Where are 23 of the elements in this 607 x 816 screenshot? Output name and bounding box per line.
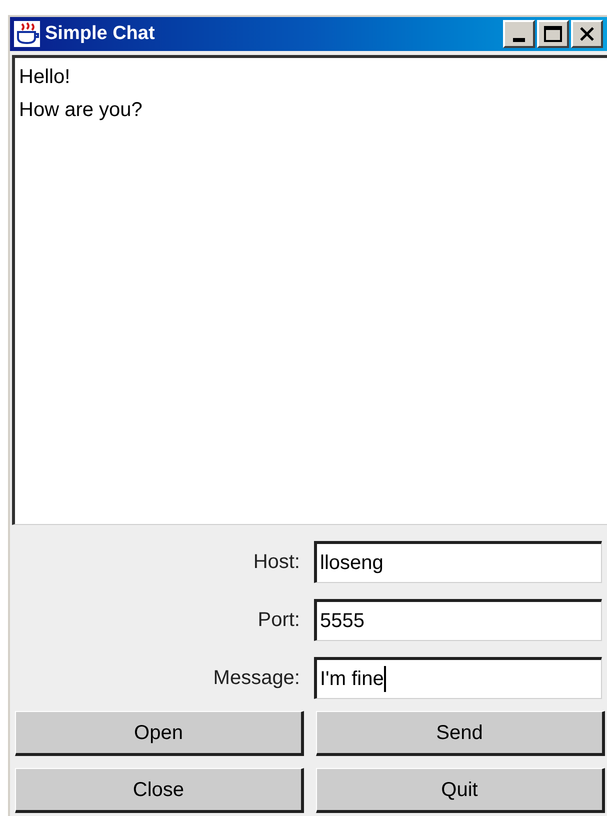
field-value: I'm fine [320,666,386,692]
text-field[interactable]: lloseng [314,541,602,583]
coffee-cup-icon [14,21,40,47]
action-button[interactable]: Close [15,768,304,813]
chat-message: Hello! [19,65,72,90]
field-label: Message: [212,666,300,691]
minimize-button[interactable] [503,20,535,48]
close-button[interactable] [571,20,603,48]
field-label: Port: [256,608,300,633]
chat-message: How are you? [19,98,144,123]
maximize-button[interactable] [537,20,569,48]
window-title: Simple Chat [45,22,155,46]
text-field[interactable]: I'm fine [314,657,602,699]
action-button[interactable]: Quit [316,768,605,813]
close-icon [579,27,595,41]
minimize-icon [513,38,525,42]
field-value: lloseng [320,551,384,576]
action-button[interactable]: Open [15,711,304,756]
field-label: Host: [252,550,300,575]
text-field[interactable]: 5555 [314,599,602,641]
maximize-icon [544,26,562,42]
action-button[interactable]: Send [316,711,605,756]
field-value: 5555 [320,609,366,634]
